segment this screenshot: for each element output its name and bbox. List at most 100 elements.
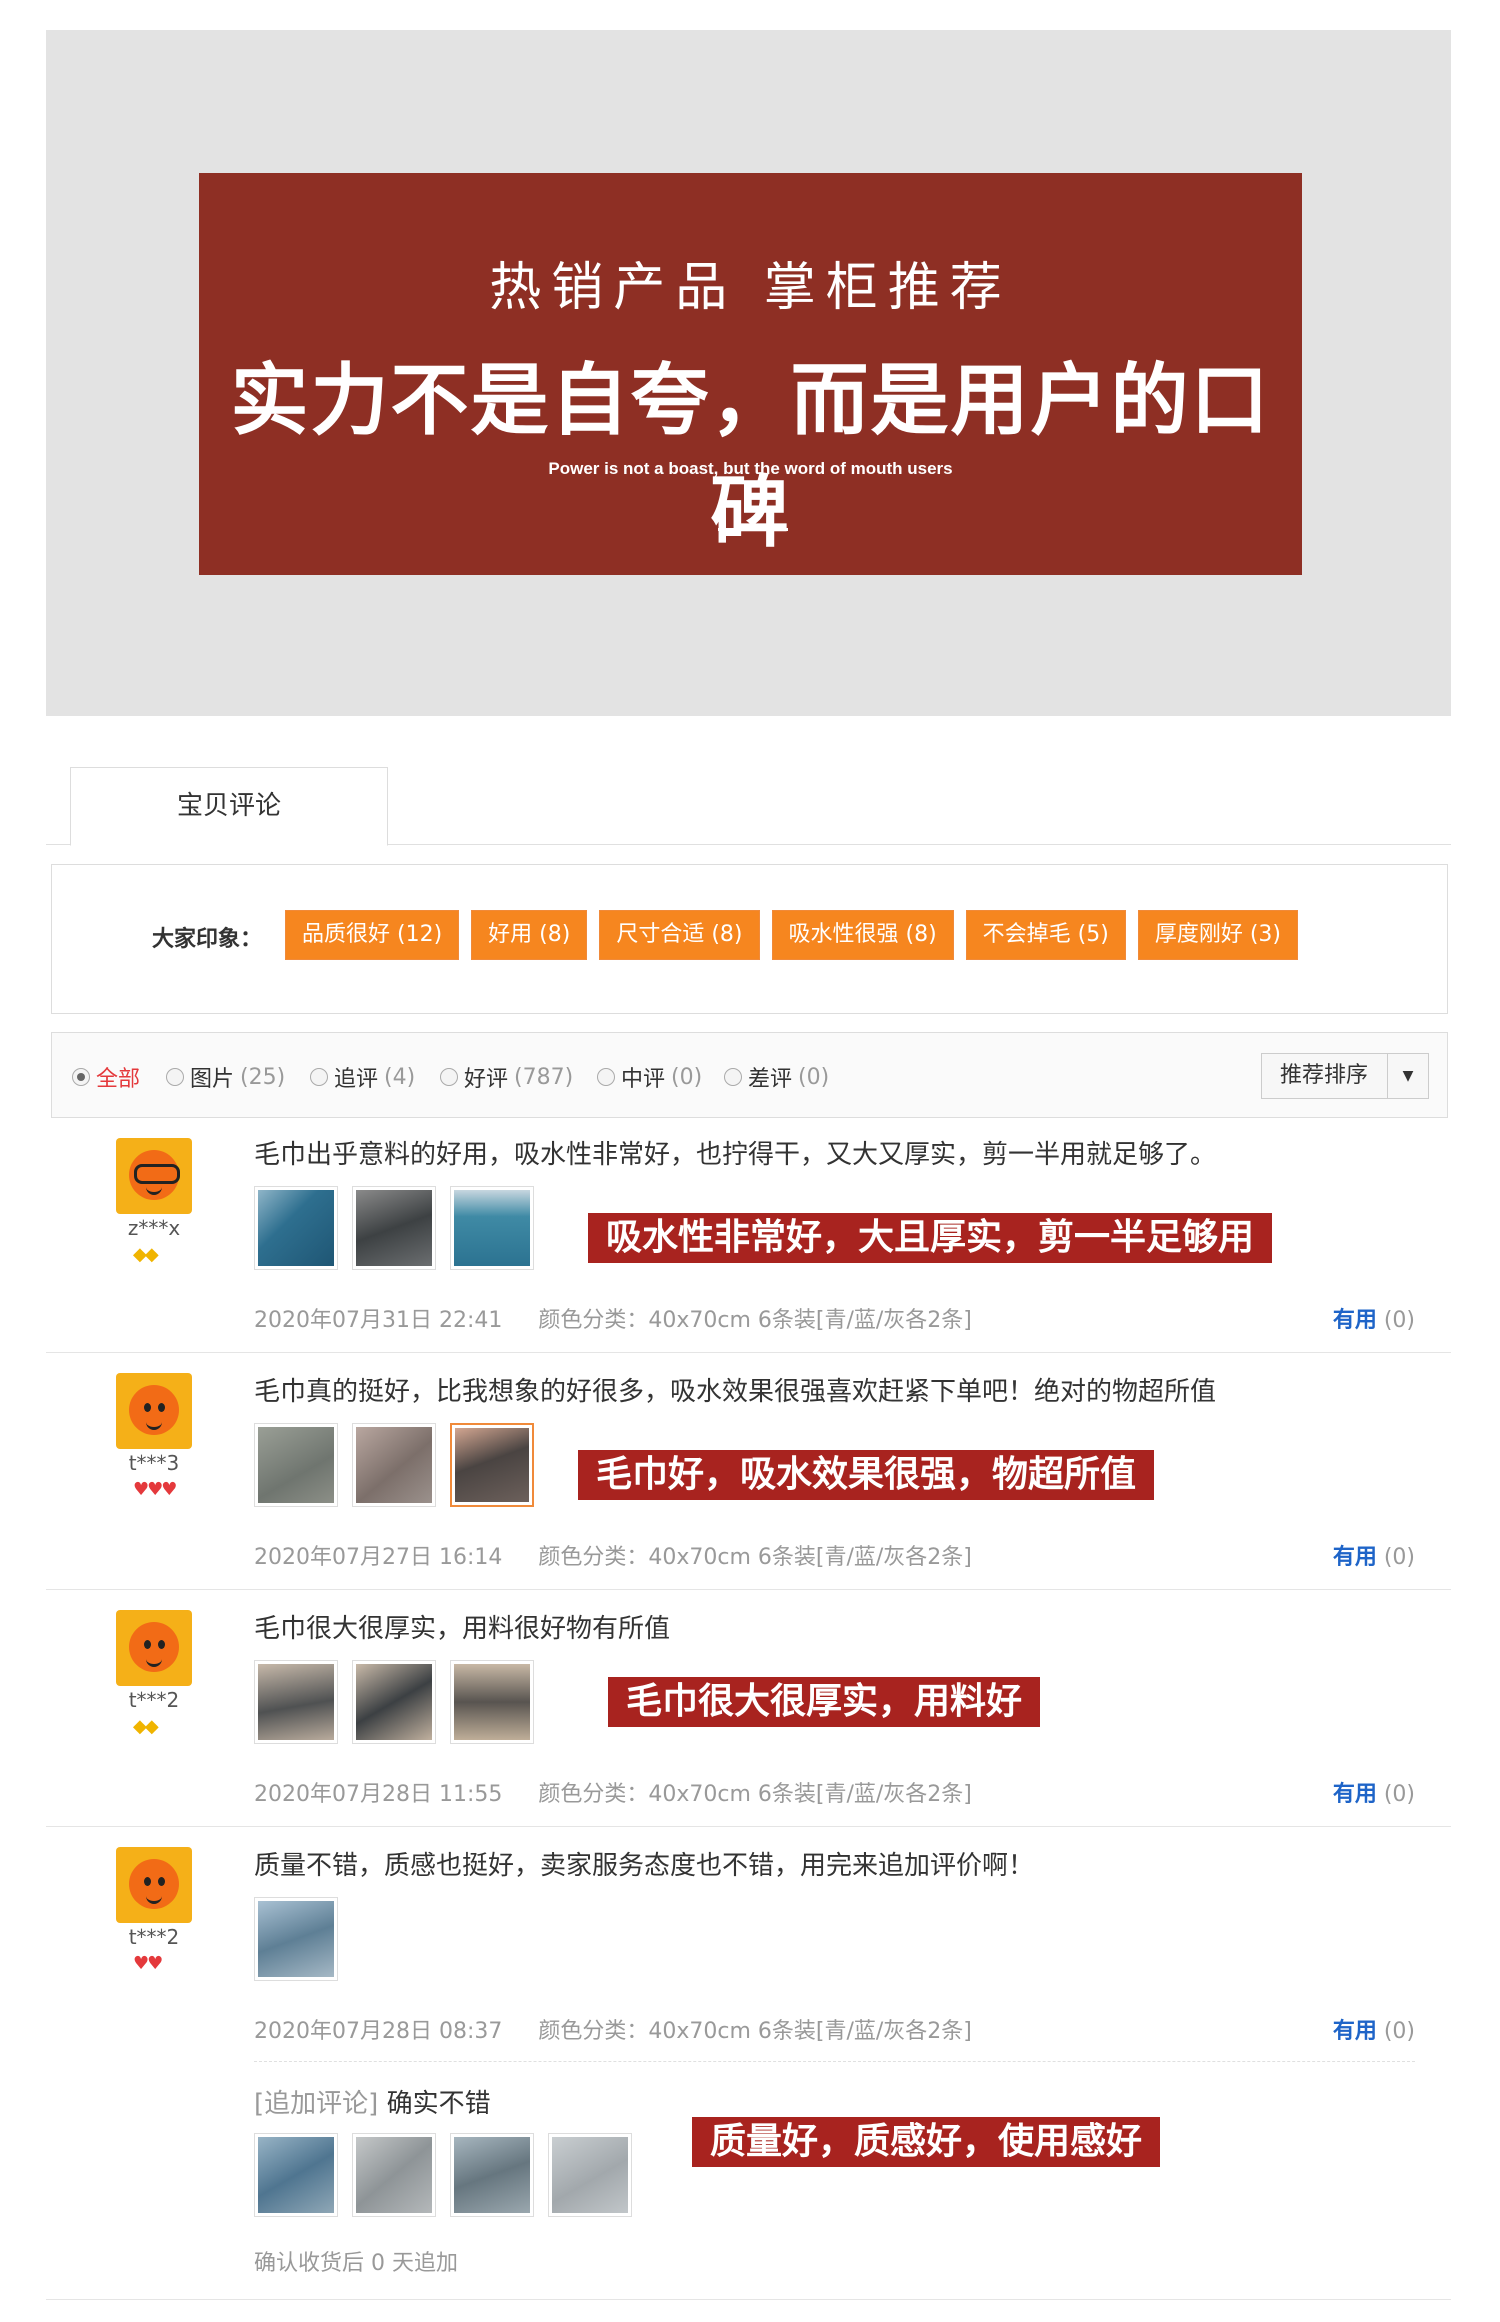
useful-label: 有用 [1332, 2019, 1377, 2044]
review-thumbnail[interactable] [254, 2133, 338, 2217]
impression-tag[interactable]: 好用 (8) [471, 910, 588, 960]
review-item: t***2 ♥♥ 质量不错，质感也挺好，卖家服务态度也不错，用完来追加评价啊！ … [46, 1827, 1451, 2300]
review-meta: 2020年07月31日 22:41 颜色分类：40x70cm 6条装[青/蓝/灰各… [254, 1302, 972, 1334]
radio-icon[interactable] [310, 1068, 328, 1086]
useful-count: (0) [1383, 1308, 1415, 1333]
username[interactable]: t***2 [126, 1925, 182, 1949]
avatar[interactable] [116, 1610, 192, 1686]
review-item: t***3 ♥♥♥ 毛巾真的挺好，比我想象的好很多，吸水效果很强喜欢赶紧下单吧！… [46, 1353, 1451, 1590]
radio-icon[interactable] [440, 1068, 458, 1086]
followup-footnote: 确认收货后 0 天追加 [254, 2251, 458, 2276]
impression-tag[interactable]: 尺寸合适 (8) [599, 910, 760, 960]
avatar[interactable] [116, 1138, 192, 1214]
review-variant: 颜色分类：40x70cm 6条装[青/蓝/灰各2条] [538, 1308, 972, 1333]
banner-subtitle: Power is not a boast, but the word of mo… [548, 459, 953, 478]
glasses-icon [134, 1164, 180, 1184]
review-text: 毛巾出乎意料的好用，吸水性非常好，也拧得干，又大又厚实，剪一半用就足够了。 [254, 1140, 1217, 1170]
impression-tag[interactable]: 吸水性很强 (8) [771, 910, 954, 960]
filter-label: 全部 [96, 1067, 141, 1092]
radio-icon[interactable] [724, 1068, 742, 1086]
useful-count: (0) [1383, 1545, 1415, 1570]
review-item: t***2 ◆◆ 毛巾很大很厚实，用料很好物有所值 毛巾很大很厚实，用料好 20… [46, 1590, 1451, 1827]
radio-icon[interactable] [166, 1068, 184, 1086]
review-images [254, 1660, 534, 1744]
review-thumbnail[interactable] [254, 1897, 338, 1981]
review-thumbnail[interactable] [254, 1423, 338, 1507]
avatar-eye [144, 1403, 151, 1412]
avatar-eye [158, 1403, 165, 1412]
tab-reviews[interactable]: 宝贝评论 [70, 767, 388, 846]
review-thumbnail[interactable] [352, 1423, 436, 1507]
useful-button[interactable]: 有用 (0) [1333, 2013, 1415, 2045]
impression-tag[interactable]: 不会掉毛 (5) [965, 910, 1126, 960]
filter-label: 中评 [621, 1067, 666, 1092]
useful-button[interactable]: 有用 (0) [1333, 1776, 1415, 1808]
review-date: 2020年07月28日 08:37 [254, 2019, 503, 2044]
banner-title-line1: 热销产品 掌柜推荐 [489, 258, 1012, 318]
followup-text: 确实不错 [386, 2089, 491, 2119]
filter-neutral[interactable]: 中评 (0) [597, 1061, 702, 1093]
red-heart-icon: ♥♥ [133, 1953, 163, 1974]
review-thumbnail[interactable] [548, 2133, 632, 2217]
review-thumbnail[interactable] [450, 2133, 534, 2217]
review-thumbnail[interactable] [254, 1660, 338, 1744]
useful-label: 有用 [1332, 1308, 1377, 1333]
filter-all[interactable]: 全部 [72, 1061, 140, 1093]
review-text: 毛巾真的挺好，比我想象的好很多，吸水效果很强喜欢赶紧下单吧！绝对的物超所值 [254, 1377, 1217, 1407]
review-highlight: 毛巾很大很厚实，用料好 [608, 1677, 1041, 1727]
filter-negative[interactable]: 差评 (0) [724, 1061, 829, 1093]
review-thumbnail[interactable] [352, 2133, 436, 2217]
review-date: 2020年07月28日 11:55 [254, 1782, 503, 1807]
review-highlight: 毛巾好，吸水效果很强，物超所值 [578, 1450, 1155, 1500]
radio-icon[interactable] [72, 1068, 90, 1086]
review-variant: 颜色分类：40x70cm 6条装[青/蓝/灰各2条] [538, 2019, 972, 2044]
review-date: 2020年07月27日 16:14 [254, 1545, 503, 1570]
username[interactable]: t***3 [126, 1451, 182, 1475]
useful-button[interactable]: 有用 (0) [1333, 1539, 1415, 1571]
impressions-panel: 大家印象： 品质很好 (12) 好用 (8) 尺寸合适 (8) 吸水性很强 (8… [51, 864, 1448, 1014]
useful-label: 有用 [1332, 1782, 1377, 1807]
filter-images[interactable]: 图片 (25) [166, 1061, 285, 1093]
impression-tag[interactable]: 品质很好 (12) [285, 910, 460, 960]
review-thumbnail[interactable] [352, 1660, 436, 1744]
review-variant: 颜色分类：40x70cm 6条装[青/蓝/灰各2条] [538, 1545, 972, 1570]
useful-button[interactable]: 有用 (0) [1333, 1302, 1415, 1334]
filter-followup[interactable]: 追评 (4) [310, 1061, 415, 1093]
filter-count: (787) [514, 1064, 574, 1090]
review-images [254, 1186, 534, 1270]
avatar[interactable] [116, 1373, 192, 1449]
review-thumbnail[interactable] [352, 1186, 436, 1270]
caret-down-icon[interactable]: ▼ [1387, 1054, 1428, 1098]
review-images [254, 1423, 534, 1507]
review-item: z***x ◆◆ 毛巾出乎意料的好用，吸水性非常好，也拧得干，又大又厚实，剪一半… [46, 1116, 1451, 1353]
review-thumbnail[interactable] [450, 1660, 534, 1744]
username[interactable]: t***2 [126, 1688, 182, 1712]
impression-tag[interactable]: 厚度刚好 (3) [1137, 910, 1299, 960]
review-thumbnail[interactable] [450, 1186, 534, 1270]
review-text: 质量不错，质感也挺好，卖家服务态度也不错，用完来追加评价啊！ [254, 1851, 1035, 1881]
useful-label: 有用 [1332, 1545, 1377, 1570]
avatar-eye [144, 1640, 151, 1649]
review-thumbnail[interactable] [254, 1186, 338, 1270]
avatar[interactable] [116, 1847, 192, 1923]
red-heart-icon: ♥♥♥ [133, 1479, 177, 1500]
radio-icon[interactable] [597, 1068, 615, 1086]
banner-card: 热销产品 掌柜推荐 实力不是自夸，而是用户的口碑 Power is not a … [199, 173, 1302, 575]
filter-label: 好评 [464, 1067, 509, 1092]
sort-dropdown[interactable]: 推荐排序 ▼ [1261, 1053, 1429, 1099]
next-review-partial [46, 2308, 1451, 2322]
username[interactable]: z***x [126, 1216, 182, 1240]
banner-divider [718, 528, 788, 531]
banner: 热销产品 掌柜推荐 实力不是自夸，而是用户的口碑 Power is not a … [46, 30, 1451, 716]
review-images [254, 1897, 338, 1981]
filter-positive[interactable]: 好评 (787) [440, 1061, 573, 1093]
gold-diamond-icon: ◆◆ [133, 1716, 159, 1737]
review-meta: 2020年07月28日 08:37 颜色分类：40x70cm 6条装[青/蓝/灰各… [254, 2013, 972, 2045]
review-thumbnail[interactable] [450, 1423, 534, 1507]
gold-diamond-icon: ◆◆ [133, 1244, 159, 1265]
filter-count: (0) [798, 1064, 830, 1090]
followup-images [254, 2133, 632, 2217]
filter-count: (25) [240, 1064, 286, 1090]
divider [254, 2061, 1415, 2062]
review-text: 毛巾很大很厚实，用料很好物有所值 [254, 1614, 671, 1644]
